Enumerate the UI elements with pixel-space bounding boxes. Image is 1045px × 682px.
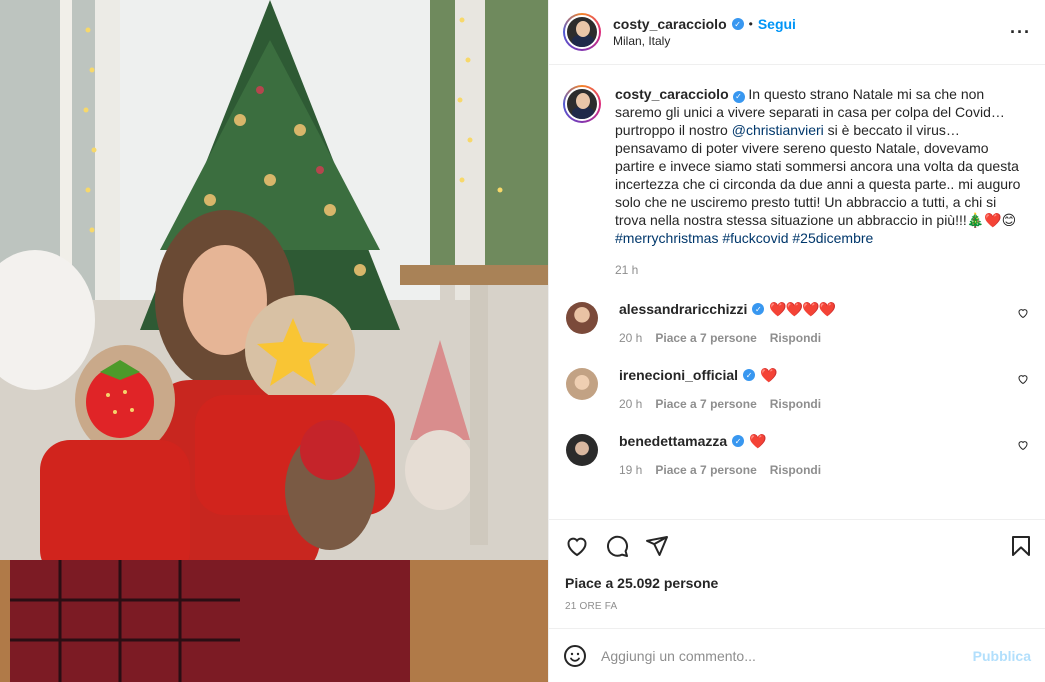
share-icon[interactable] xyxy=(645,534,669,558)
commenter-username[interactable]: alessandraricchizzi xyxy=(619,301,747,317)
christmas-family-photo xyxy=(0,0,548,682)
comment-reply-button[interactable]: Rispondi xyxy=(770,397,821,411)
comment-item: alessandraricchizzi ✓ ❤️❤️❤️❤️ 20 h Piac… xyxy=(563,299,1029,345)
commenter-username[interactable]: irenecioni_official xyxy=(619,367,738,383)
instagram-post: costy_caracciolo ✓ • Segui Milan, Italy … xyxy=(0,0,1045,682)
caption-mention-link[interactable]: @christianvieri xyxy=(732,122,824,138)
publish-button[interactable]: Pubblica xyxy=(973,648,1031,664)
verified-badge-icon: ✓ xyxy=(732,435,745,447)
comment-reply-button[interactable]: Rispondi xyxy=(770,331,821,345)
comment-text: ❤️❤️❤️❤️ xyxy=(769,300,836,317)
author-avatar[interactable] xyxy=(563,13,601,51)
comment-heart-icon[interactable] xyxy=(1017,373,1029,385)
comment-heart-icon[interactable] xyxy=(1017,439,1029,451)
verified-badge-icon: ✓ xyxy=(731,18,744,30)
commenter-username[interactable]: benedettamazza xyxy=(619,433,727,449)
author-username[interactable]: costy_caracciolo xyxy=(613,16,727,32)
commenter-avatar[interactable] xyxy=(566,368,598,400)
post-side-panel: costy_caracciolo ✓ • Segui Milan, Italy … xyxy=(548,0,1045,682)
comment-likes[interactable]: Piace a 7 persone xyxy=(655,397,756,411)
post-caption: costy_caracciolo ✓ In questo strano Nata… xyxy=(563,85,1029,279)
more-horizontal-icon[interactable]: ··· xyxy=(1010,22,1031,43)
likes-count[interactable]: Piace a 25.092 persone xyxy=(549,575,1045,591)
verified-badge-icon: ✓ xyxy=(743,369,756,381)
comment-item: benedettamazza ✓ ❤️ 19 h Piace a 7 perso… xyxy=(563,431,1029,477)
post-timestamp[interactable]: 21 ORE FA xyxy=(549,601,1045,612)
caption-username[interactable]: costy_caracciolo xyxy=(615,86,729,102)
post-location[interactable]: Milan, Italy xyxy=(613,34,796,48)
comment-reply-button[interactable]: Rispondi xyxy=(770,463,821,477)
follow-button[interactable]: Segui xyxy=(758,16,796,32)
caption-time[interactable]: 21 h xyxy=(615,261,1029,279)
verified-badge-icon: ✓ xyxy=(752,303,765,315)
post-photo[interactable] xyxy=(0,0,548,682)
bookmark-icon[interactable] xyxy=(1009,534,1033,558)
post-header: costy_caracciolo ✓ • Segui Milan, Italy … xyxy=(549,0,1045,65)
comment-likes[interactable]: Piace a 7 persone xyxy=(655,463,756,477)
comments-area[interactable]: costy_caracciolo ✓ In questo strano Nata… xyxy=(549,65,1045,519)
comment-likes[interactable]: Piace a 7 persone xyxy=(655,331,756,345)
caption-hashtags[interactable]: #merrychristmas #fuckcovid #25dicembre xyxy=(615,230,873,246)
comment-time[interactable]: 19 h xyxy=(619,463,642,477)
post-actions xyxy=(549,519,1045,571)
heart-icon[interactable] xyxy=(565,534,589,558)
caption-avatar[interactable] xyxy=(563,85,601,123)
emoji-icon[interactable] xyxy=(563,644,587,668)
comment-time[interactable]: 20 h xyxy=(619,331,642,345)
comment-item: irenecioni_official ✓ ❤️ 20 h Piace a 7 … xyxy=(563,365,1029,411)
verified-badge-icon: ✓ xyxy=(732,91,745,103)
comment-input[interactable] xyxy=(601,647,973,664)
comment-text: ❤️ xyxy=(760,366,777,383)
commenter-avatar[interactable] xyxy=(566,434,598,466)
add-comment-bar: Pubblica xyxy=(549,628,1045,682)
comment-icon[interactable] xyxy=(605,534,629,558)
comment-text: ❤️ xyxy=(749,432,766,449)
comment-time[interactable]: 20 h xyxy=(619,397,642,411)
separator-dot: • xyxy=(748,17,753,31)
comment-heart-icon[interactable] xyxy=(1017,307,1029,319)
commenter-avatar[interactable] xyxy=(566,302,598,334)
